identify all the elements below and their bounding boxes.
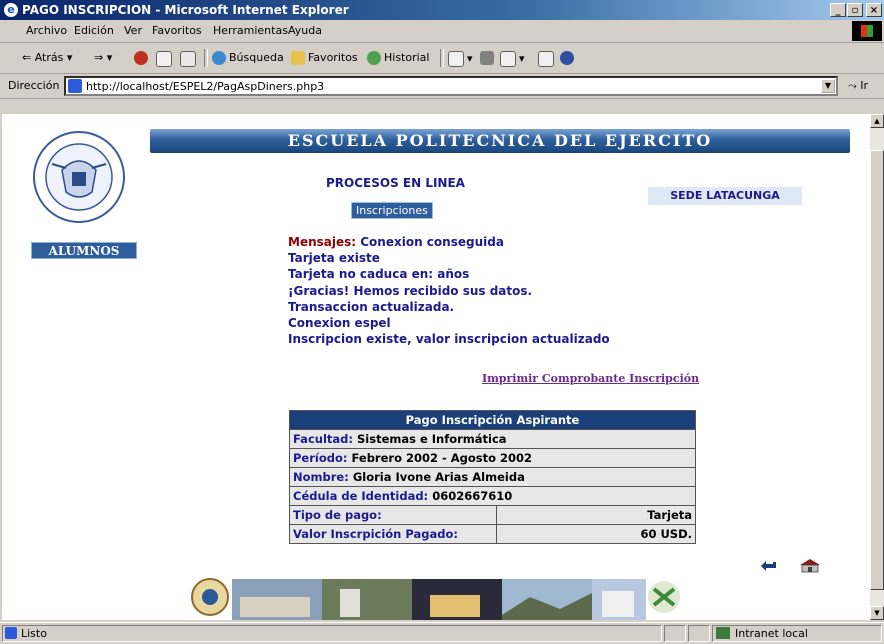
- ie-logo-icon: e: [4, 3, 18, 17]
- discuss-button[interactable]: [538, 51, 557, 67]
- table-row: Facultad: Sistemas e Informática: [289, 429, 696, 449]
- print-receipt-link[interactable]: Imprimir Comprobante Inscripción: [482, 372, 699, 385]
- status-cell: [688, 625, 710, 642]
- mensajes-label: Mensajes:: [288, 235, 357, 249]
- address-input[interactable]: http://localhost/ESPEL2/PagAspDiners.php…: [64, 76, 838, 96]
- table-row: Nombre: Gloria Ivone Arias Almeida: [289, 467, 696, 487]
- forward-button[interactable]: ⇒ ▾: [94, 51, 112, 64]
- close-button[interactable]: ×: [866, 3, 882, 17]
- edit-button[interactable]: ▾: [500, 51, 525, 67]
- menu-bar: Archivo Edición Ver Favoritos Herramient…: [0, 20, 884, 43]
- print-icon: [480, 51, 494, 65]
- back-arrow-icon[interactable]: [760, 560, 778, 572]
- message-line: Tarjeta no caduca en: años: [288, 267, 470, 282]
- vertical-scrollbar[interactable]: ▲ ▼: [870, 114, 884, 620]
- go-button[interactable]: ⤳ Ir: [848, 79, 868, 93]
- scroll-up-button[interactable]: ▲: [870, 114, 884, 128]
- banner: ESCUELA POLITECNICA DEL EJERCITO: [150, 129, 850, 153]
- mail-icon: [448, 51, 464, 67]
- refresh-button[interactable]: [156, 51, 175, 67]
- menu-favoritos[interactable]: Favoritos: [152, 24, 202, 37]
- messages-block: Mensajes: Conexion conseguida Tarjeta ex…: [288, 234, 610, 347]
- stop-icon: [134, 51, 148, 65]
- status-zone: Intranet local: [712, 625, 882, 642]
- home-icon: [180, 51, 196, 67]
- procesos-heading: PROCESOS EN LINEA: [326, 176, 465, 190]
- history-button[interactable]: Historial: [367, 51, 429, 65]
- status-cell: [664, 625, 686, 642]
- status-main: Listo: [2, 625, 662, 642]
- back-button[interactable]: ⇐ Atrás ▾: [22, 51, 72, 64]
- table-row: Valor Inscrpición Pagado: 60 USD.: [289, 524, 696, 544]
- page-viewport: ESCUELA POLITECNICA DEL EJERCITO ALUMNOS…: [2, 114, 870, 620]
- message-line: Transaccion actualizada.: [288, 299, 455, 314]
- discuss-icon: [538, 51, 554, 67]
- messenger-button[interactable]: [560, 51, 577, 65]
- message-line: Mensajes: Conexion conseguida: [288, 235, 504, 249]
- title-bar: e PAGO INSCRIPCION - Microsoft Internet …: [0, 0, 884, 20]
- home-button[interactable]: [180, 51, 199, 67]
- page-icon: [68, 79, 82, 93]
- menu-edicion[interactable]: Edición: [74, 24, 114, 37]
- menu-archivo[interactable]: Archivo: [26, 24, 67, 37]
- message-line: Tarjeta existe: [288, 251, 380, 266]
- status-text: Listo: [21, 627, 47, 640]
- toolbar: ⇐ Atrás ▾ ⇒ ▾ Búsqueda Favoritos Histori…: [0, 43, 884, 74]
- edit-icon: [500, 51, 516, 67]
- zone-text: Intranet local: [735, 627, 808, 640]
- mail-button[interactable]: ▾: [448, 51, 473, 67]
- table-row: Cédula de Identidad: 0602667610: [289, 486, 696, 506]
- toolbar-separator: [204, 49, 208, 67]
- table-row: Período: Febrero 2002 - Agosto 2002: [289, 448, 696, 468]
- address-dropdown-button[interactable]: ▼: [821, 79, 835, 93]
- toolbar-separator: [440, 49, 444, 67]
- windows-logo-icon: [852, 21, 882, 41]
- address-label: Dirección: [8, 79, 60, 92]
- search-icon: [212, 51, 226, 65]
- message-line: Conexion espel: [288, 316, 391, 331]
- menu-ver[interactable]: Ver: [124, 24, 142, 37]
- search-button[interactable]: Búsqueda: [212, 51, 284, 65]
- table-row: Tipo de pago: Tarjeta: [289, 505, 696, 525]
- sede-label: SEDE LATACUNGA: [648, 187, 802, 205]
- payment-table: Pago Inscripción Aspirante Facultad: Sis…: [289, 410, 696, 544]
- page-status-icon: [5, 627, 17, 639]
- message-line: Inscripcion existe, valor inscripcion ac…: [288, 332, 610, 347]
- alumnos-button[interactable]: ALUMNOS: [31, 242, 137, 259]
- menu-ayuda[interactable]: Ayuda: [288, 24, 322, 37]
- menu-herramientas[interactable]: Herramientas: [213, 24, 288, 37]
- window-title: PAGO INSCRIPCION - Microsoft Internet Ex…: [22, 3, 349, 17]
- table-header: Pago Inscripción Aspirante: [289, 410, 696, 430]
- minimize-button[interactable]: _: [830, 3, 846, 17]
- status-bar: Listo Intranet local: [0, 622, 884, 644]
- home-icon[interactable]: [798, 557, 822, 573]
- scroll-down-button[interactable]: ▼: [870, 606, 884, 620]
- favorites-icon: [291, 51, 305, 65]
- campus-photo-strip: [191, 578, 680, 620]
- espe-seal-logo: [33, 131, 125, 223]
- address-bar: Dirección http://localhost/ESPEL2/PagAsp…: [0, 74, 884, 99]
- messenger-icon: [560, 51, 574, 65]
- favorites-button[interactable]: Favoritos: [291, 51, 358, 65]
- message-line: ¡Gracias! Hemos recibido sus datos.: [288, 283, 533, 298]
- refresh-icon: [156, 51, 172, 67]
- maximize-button[interactable]: ▫: [847, 3, 863, 17]
- history-icon: [367, 51, 381, 65]
- scroll-thumb[interactable]: [870, 150, 884, 590]
- intranet-icon: [716, 627, 730, 639]
- print-button[interactable]: [480, 51, 497, 65]
- address-url: http://localhost/ESPEL2/PagAspDiners.php…: [86, 80, 325, 93]
- stop-button[interactable]: [134, 51, 151, 65]
- inscripciones-button[interactable]: Inscripciones: [351, 202, 433, 219]
- banner-title: ESCUELA POLITECNICA DEL EJERCITO: [287, 131, 713, 150]
- back-arrow-icon: ⇐: [22, 51, 35, 64]
